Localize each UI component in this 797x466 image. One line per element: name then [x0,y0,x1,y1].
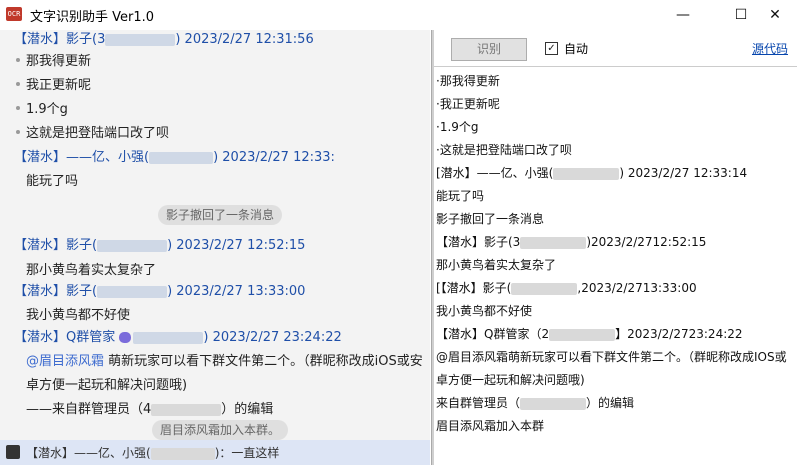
output-line: ·这就是把登陆端口改了呗 [436,143,572,157]
auto-checkbox[interactable]: ✓ [545,42,558,55]
auto-label: 自动 [564,42,589,56]
message-text: 我小黄鸟都不好使 [26,308,131,323]
output-line: [潜水】——亿、小强() 2023/2/27 12:33:14 [436,166,748,180]
system-notice: 眉目添风霜加入本群。 [152,420,289,440]
chat-screenshot-pane: 【潜水】影子(3) 2023/2/27 12:31:56 那我得更新 我正更新呢… [0,30,430,465]
message-header: 【潜水】Q群管家 ) 2023/2/27 23:24:22 [14,330,342,345]
redacted-id [549,328,616,341]
output-line: ·我正更新呢 [436,97,500,111]
system-notice: 影子撤回了一条消息 [158,205,283,225]
message-text: 这就是把登陆端口改了呗 [26,126,170,141]
result-pane: 识别 ✓ 自动 源代码 ·那我得更新 ·我正更新呢 ·1.9个g ·这就是把登陆… [434,30,797,466]
message-header: 【潜水】影子() 2023/2/27 13:33:00 [14,284,306,299]
redacted-id [133,331,204,344]
output-line: 【潜水】Q群管家（2 】2023/2/2723:24:22 [436,327,743,341]
bullet-dot [16,106,20,110]
redacted-id [553,167,620,180]
close-button[interactable]: ✕ [752,0,797,30]
redacted-id [520,397,587,410]
redacted-id [150,447,215,460]
preview-row: 【潜水】——亿、小强()：一直这样 [0,440,430,465]
output-line: 能玩了吗 [436,189,485,203]
ocr-output-textbox[interactable]: ·那我得更新 ·我正更新呢 ·1.9个g ·这就是把登陆端口改了呗 [潜水】——… [434,66,797,466]
redacted-id [105,33,176,46]
output-line: 影子撤回了一条消息 [436,212,545,226]
output-line: 我小黄鸟都不好使 [436,304,533,318]
redacted-id [520,236,587,249]
redacted-id [149,151,214,164]
message-text: 我正更新呢 [26,78,92,93]
message-text: @眉目添风霜 萌新玩家可以看下群文件第二个。（群昵称改成iOS或安 [26,354,423,369]
message-text: 那小黄鸟着实太复杂了 [26,263,157,278]
recognize-button[interactable]: 识别 [451,38,527,61]
output-line: ·1.9个g [436,120,479,134]
bullet-dot [16,82,20,86]
robot-icon [119,332,132,343]
redacted-id [511,282,578,295]
toolbar: 识别 ✓ 自动 源代码 [434,30,797,66]
message-header: 【潜水】影子() 2023/2/27 12:52:15 [14,238,306,253]
message-text: ——来自群管理员（4 ）的编辑 [26,402,274,417]
bullet-dot [16,130,20,134]
output-line: ·那我得更新 [436,74,500,88]
message-text: 1.9个g [26,102,68,117]
message-header: 【潜水】——亿、小强() 2023/2/27 12:33: [14,150,335,165]
output-line: [【潜水】影子(,2023/2/2713:33:00 [436,281,697,295]
window-title: 文字识别助手 Ver1.0 [30,10,155,25]
message-text: 卓方便一起玩和解决问题哦) [26,378,188,393]
title-bar: OCR 文字识别助手 Ver1.0 — ☐ ✕ [0,0,797,30]
source-code-link[interactable]: 源代码 [752,40,788,57]
redacted-id [97,285,168,298]
minimize-button[interactable]: — [660,0,706,30]
output-line: 那小黄鸟着实太复杂了 [436,258,557,272]
message-text: 能玩了吗 [26,174,79,189]
message-header: 【潜水】影子(3) 2023/2/27 12:31:56 [14,32,314,47]
output-line: 来自群管理员（ ）的编辑 [436,396,635,410]
preview-text: 【潜水】——亿、小强()：一直这样 [26,446,280,460]
bullet-dot [16,58,20,62]
mention-link[interactable]: @眉目添风霜 [26,354,104,369]
ocr-app-icon: OCR [6,7,22,21]
output-line: 【潜水】影子(3)2023/2/2712:52:15 [436,235,707,249]
output-line: @眉目添风霜萌新玩家可以看下群文件第二个。（群昵称改成IOS或 [436,350,787,364]
output-line: 卓方便一起玩和解决问题哦) [436,373,585,387]
avatar [6,445,20,459]
message-text: 那我得更新 [26,54,92,69]
redacted-id [97,239,168,252]
redacted-id [151,403,222,416]
output-line: 眉目添风霜加入本群 [436,419,545,433]
